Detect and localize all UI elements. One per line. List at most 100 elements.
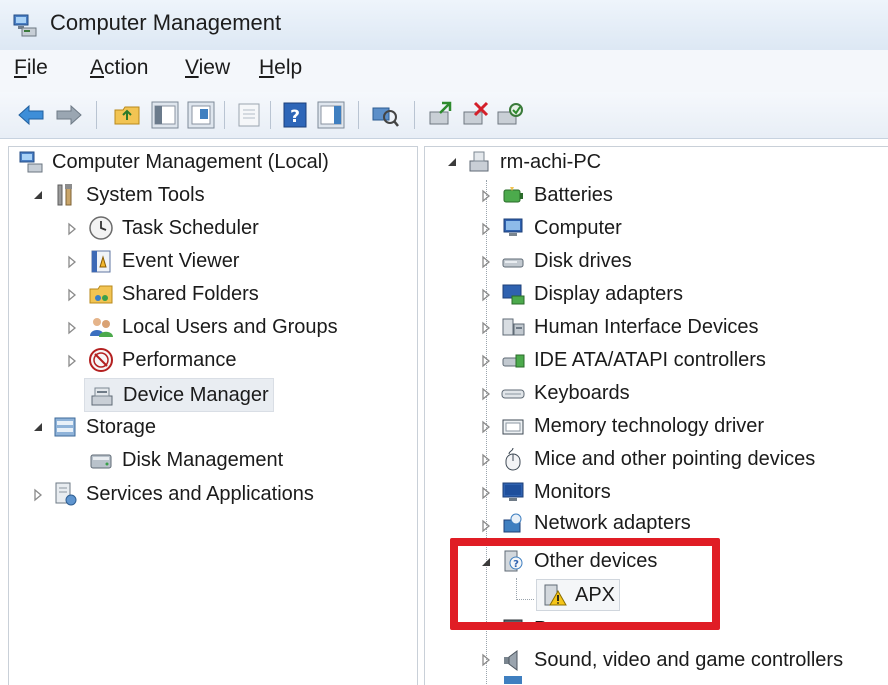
device-category-human-interface-devices[interactable]: Human Interface Devices	[500, 312, 759, 342]
enable-device-icon[interactable]	[494, 100, 524, 130]
expand-arrow-icon[interactable]	[66, 354, 78, 368]
device-category-mice[interactable]: Mice and other pointing devices	[500, 444, 815, 474]
properties-icon[interactable]	[234, 100, 264, 130]
storage-icon	[54, 417, 76, 437]
ide-controller-icon	[502, 354, 525, 368]
expand-arrow-icon[interactable]	[480, 420, 492, 434]
tree-item-services-and-applications[interactable]: Services and Applications	[52, 479, 314, 509]
tree-item-computer-management-local[interactable]: Computer Management (Local)	[18, 147, 329, 177]
scan-hardware-changes-icon[interactable]	[370, 100, 400, 130]
menu-action-label: ction	[104, 56, 149, 79]
device-category-computer[interactable]: Computer	[500, 213, 622, 243]
expand-arrow-icon[interactable]	[66, 321, 78, 335]
expand-arrow-icon[interactable]	[480, 387, 492, 401]
show-hide-console-tree-icon[interactable]	[150, 100, 180, 130]
uninstall-device-icon[interactable]	[460, 100, 490, 130]
device-category-disk-drives[interactable]: Disk drives	[500, 246, 632, 276]
back-arrow-icon[interactable]	[16, 100, 46, 130]
tree-item-label: Shared Folders	[122, 282, 259, 305]
expand-arrow-icon[interactable]	[480, 486, 492, 500]
device-tree-root-label: rm-achi-PC	[500, 150, 602, 173]
up-folder-icon[interactable]	[112, 100, 142, 130]
update-driver-icon[interactable]	[426, 100, 456, 130]
disk-icon	[90, 454, 112, 469]
device-category-batteries[interactable]: Batteries	[500, 180, 613, 210]
device-category-label: Human Interface Devices	[534, 315, 759, 338]
network-adapter-icon	[503, 513, 522, 533]
expand-arrow-icon[interactable]	[480, 519, 492, 533]
menu-file[interactable]: File	[14, 56, 48, 80]
tree-item-shared-folders[interactable]: Shared Folders	[88, 279, 259, 309]
expand-arrow-icon[interactable]	[66, 288, 78, 302]
device-category-label: Disk drives	[534, 249, 632, 272]
device-category-memory-technology-driver[interactable]: Memory technology driver	[500, 411, 764, 441]
expand-arrow-icon[interactable]	[480, 288, 492, 302]
tree-item-disk-management[interactable]: Disk Management	[88, 445, 283, 475]
tree-item-event-viewer[interactable]: Event Viewer	[88, 246, 239, 276]
expand-arrow-icon[interactable]	[66, 255, 78, 269]
export-list-icon[interactable]	[186, 100, 216, 130]
keyboard-icon	[501, 389, 525, 399]
disk-drive-icon	[502, 258, 524, 268]
expand-arrow-icon[interactable]	[480, 255, 492, 269]
menu-view[interactable]: View	[185, 56, 230, 80]
collapse-arrow-icon[interactable]	[446, 155, 458, 169]
computer-icon	[503, 218, 523, 236]
menu-view-label: iew	[198, 56, 231, 79]
device-category-label: Keyboards	[534, 381, 630, 404]
expand-arrow-icon[interactable]	[480, 354, 492, 368]
users-icon	[90, 318, 113, 337]
tree-item-device-manager[interactable]: Device Manager	[84, 378, 274, 412]
menu-help[interactable]: Help	[259, 56, 302, 80]
device-category-network-adapters[interactable]: Network adapters	[500, 510, 691, 536]
expand-arrow-icon[interactable]	[32, 488, 44, 502]
toolbar-separator	[96, 101, 97, 129]
expand-arrow-icon[interactable]	[480, 453, 492, 467]
collapse-arrow-icon[interactable]	[32, 188, 44, 202]
tools-icon	[57, 184, 72, 206]
window-title: Computer Management	[50, 10, 282, 35]
device-category-display-adapters[interactable]: Display adapters	[500, 279, 683, 309]
performance-icon	[89, 348, 113, 372]
title-bar: Computer Management	[0, 0, 888, 51]
device-category-label: Sound, video and game controllers	[534, 648, 844, 671]
tree-item-local-users-and-groups[interactable]: Local Users and Groups	[88, 312, 338, 342]
computer-icon	[469, 151, 489, 172]
expand-arrow-icon[interactable]	[480, 653, 492, 667]
expand-arrow-icon[interactable]	[480, 222, 492, 236]
mouse-icon	[505, 447, 521, 471]
tree-item-system-tools[interactable]: System Tools	[52, 180, 205, 210]
tree-item-label: Services and Applications	[86, 482, 314, 505]
device-category-keyboards[interactable]: Keyboards	[500, 378, 630, 408]
expand-arrow-icon[interactable]	[480, 189, 492, 203]
device-manager-icon	[91, 387, 113, 406]
menu-action[interactable]: Action	[90, 56, 148, 80]
tree-item-performance[interactable]: Performance	[88, 345, 237, 375]
device-category-ide-controllers[interactable]: IDE ATA/ATAPI controllers	[500, 345, 766, 375]
tree-item-label: Storage	[86, 415, 157, 438]
tree-item-label: Event Viewer	[122, 249, 240, 272]
tree-item-label: Task Scheduler	[122, 216, 259, 239]
clock-icon	[89, 216, 113, 240]
show-action-pane-icon[interactable]	[316, 100, 346, 130]
device-category-sound-video-game[interactable]: Sound, video and game controllers	[500, 645, 843, 675]
device-category-monitors[interactable]: Monitors	[500, 477, 611, 507]
menu-view-accesskey: V	[185, 56, 199, 79]
forward-arrow-icon[interactable]	[54, 100, 84, 130]
computer-management-icon	[19, 151, 43, 173]
device-category-label: Network adapters	[534, 511, 691, 534]
expand-arrow-icon[interactable]	[480, 321, 492, 335]
toolbar-separator	[358, 101, 359, 129]
tree-item-task-scheduler[interactable]: Task Scheduler	[88, 213, 259, 243]
menu-bar: File Action View Help	[0, 50, 888, 93]
tree-item-storage[interactable]: Storage	[52, 412, 156, 442]
speaker-icon	[504, 650, 518, 671]
expand-arrow-icon[interactable]	[66, 222, 78, 236]
toolbar-separator	[270, 101, 271, 129]
monitor-icon	[502, 482, 524, 501]
help-icon[interactable]: ?	[280, 100, 310, 130]
device-category-label: Mice and other pointing devices	[534, 447, 816, 470]
memory-icon	[502, 419, 524, 435]
device-tree-root[interactable]: rm-achi-PC	[466, 147, 601, 177]
collapse-arrow-icon[interactable]	[32, 420, 44, 434]
